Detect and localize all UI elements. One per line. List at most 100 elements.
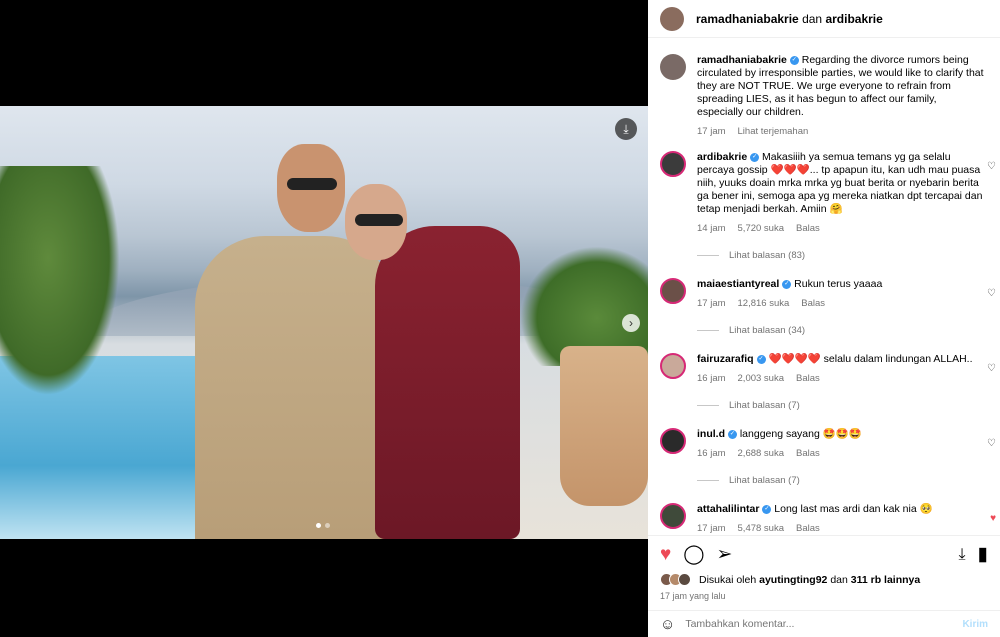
view-replies-label: Lihat balasan (83) [729,250,806,261]
caption: ramadhaniabakrie ✓ Regarding the divorce… [648,54,1000,138]
post-header: ramadhaniabakrie dan ardibakrie [648,0,1000,38]
comment: fairuzarafiq ✓ ❤️❤️❤️❤️ selalu dalam lin… [648,353,1000,412]
comment: inul.d ✓ langgeng sayang 🤩🤩🤩 16 jam 2,688… [648,428,1000,487]
reply-button[interactable]: Balas [796,447,820,460]
heart-icon[interactable]: ♥ [990,513,996,524]
avatar[interactable] [660,503,686,529]
send-button[interactable]: Kirim [962,619,988,630]
comment-text: langgeng sayang 🤩🤩🤩 [739,428,862,440]
verified-badge-icon: ✓ [762,504,772,514]
comment-username[interactable]: ardibakrie [697,151,747,163]
comment-text: Long last mas ardi dan kak nia 🥺 [774,503,933,515]
heart-icon[interactable]: ♡ [987,161,996,172]
reply-button[interactable]: Balas [801,297,825,310]
post-photo[interactable] [0,106,648,539]
planter-pot [560,346,648,506]
caption-time: 17 jam [697,126,726,137]
avatar[interactable] [660,151,686,177]
author-link[interactable]: ardibakrie [825,12,882,26]
comment-composer: ☺ Kirim [648,610,1000,637]
post-authors: ramadhaniabakrie dan ardibakrie [696,12,883,26]
woman-figure [375,226,520,539]
view-replies-label: Lihat balasan (7) [729,400,800,411]
likes-summary: Disukai oleh ayutingting92 dan 311 rb la… [660,573,920,586]
avatar [678,573,691,586]
next-image-button[interactable]: › [622,314,640,332]
comment-likes[interactable]: 5,720 suka [738,222,784,235]
view-replies[interactable]: Lihat balasan (34) [697,324,984,337]
comments-list: ramadhaniabakrie ✓ Regarding the divorce… [648,46,1000,535]
heart-icon[interactable]: ♥ [660,544,671,566]
download-icon[interactable]: ⤓ [615,118,637,140]
avatar[interactable] [660,6,684,31]
comment-icon[interactable]: ◯ [683,543,704,566]
liker-username[interactable]: ayutingting92 [759,574,827,586]
avatar[interactable] [660,54,686,80]
translate-link[interactable]: Lihat terjemahan [738,125,809,138]
divider [697,255,719,256]
avatar[interactable] [660,428,686,454]
heart-icon[interactable]: ♡ [987,288,996,299]
carousel-dot [325,523,330,528]
download-icon[interactable]: ⤓ [958,546,965,564]
view-replies[interactable]: Lihat balasan (7) [697,474,984,487]
liker-avatars [660,573,691,586]
verified-badge-icon: ✓ [789,55,799,65]
comment-input[interactable] [685,618,963,630]
divider [697,480,719,481]
action-bar: ♥ ◯ ➢ ⤓ ▮ [648,535,1000,573]
comment-username[interactable]: inul.d [697,428,725,440]
bookmark-icon[interactable]: ▮ [978,543,988,566]
verified-badge-icon: ✓ [782,279,792,289]
comment-likes[interactable]: 2,688 suka [738,447,784,460]
avatar[interactable] [660,353,686,379]
sunglasses [287,178,337,190]
heart-icon[interactable]: ♡ [987,363,996,374]
reply-button[interactable]: Balas [796,372,820,385]
likes-prefix: Disukai oleh [699,573,757,586]
comment-username[interactable]: fairuzarafiq [697,353,754,365]
carousel-dot [316,523,321,528]
caption-username[interactable]: ramadhaniabakrie [697,54,787,66]
author-link[interactable]: ramadhaniabakrie [696,12,799,26]
reply-button[interactable]: Balas [796,222,820,235]
comment-time: 16 jam [697,373,726,384]
verified-badge-icon: ✓ [727,429,737,439]
likes-joiner: dan [830,573,848,586]
comment: ardibakrie ✓ Makasiiih ya semua temans y… [648,151,1000,262]
avatar[interactable] [660,278,686,304]
likes-others[interactable]: 311 rb lainnya [851,574,920,586]
man-figure [195,236,395,539]
instagram-post-view: ⤓ › ramadhaniabakrie dan ardibakrie rama… [0,0,1000,637]
comment-username[interactable]: attahalilintar [697,503,759,515]
comment-time: 14 jam [697,223,726,234]
view-replies[interactable]: Lihat balasan (7) [697,399,984,412]
emoji-icon[interactable]: ☺ [660,616,675,633]
comment-username[interactable]: maiaestiantyreal [697,278,779,290]
reply-button[interactable]: Balas [796,522,820,535]
comment: maiaestiantyreal ✓ Rukun terus yaaaa 17 … [648,278,1000,337]
divider [697,405,719,406]
comment-time: 16 jam [697,448,726,459]
comment-time: 17 jam [697,523,726,534]
verified-badge-icon: ✓ [750,152,760,162]
view-replies[interactable]: Lihat balasan (83) [697,249,984,262]
comment: attahalilintar ✓ Long last mas ardi dan … [648,503,1000,535]
post-sidebar: ramadhaniabakrie dan ardibakrie ramadhan… [648,0,1000,637]
comment-text: ❤️❤️❤️❤️ selalu dalam lindungan ALLAH.. [768,353,973,365]
divider [697,330,719,331]
comment-likes[interactable]: 5,478 suka [738,522,784,535]
heart-icon[interactable]: ♡ [987,438,996,449]
view-replies-label: Lihat balasan (7) [729,475,800,486]
post-time[interactable]: 17 jam yang lalu [660,591,726,601]
verified-badge-icon: ✓ [756,354,766,364]
palm-tree [0,166,120,396]
authors-joiner: dan [802,11,823,26]
comment-likes[interactable]: 2,003 suka [738,372,784,385]
carousel-dots [316,523,330,528]
view-replies-label: Lihat balasan (34) [729,325,806,336]
sunglasses [355,214,403,226]
comment-text: Rukun terus yaaaa [794,278,883,290]
comment-likes[interactable]: 12,816 suka [738,297,790,310]
share-icon[interactable]: ➢ [717,543,733,566]
